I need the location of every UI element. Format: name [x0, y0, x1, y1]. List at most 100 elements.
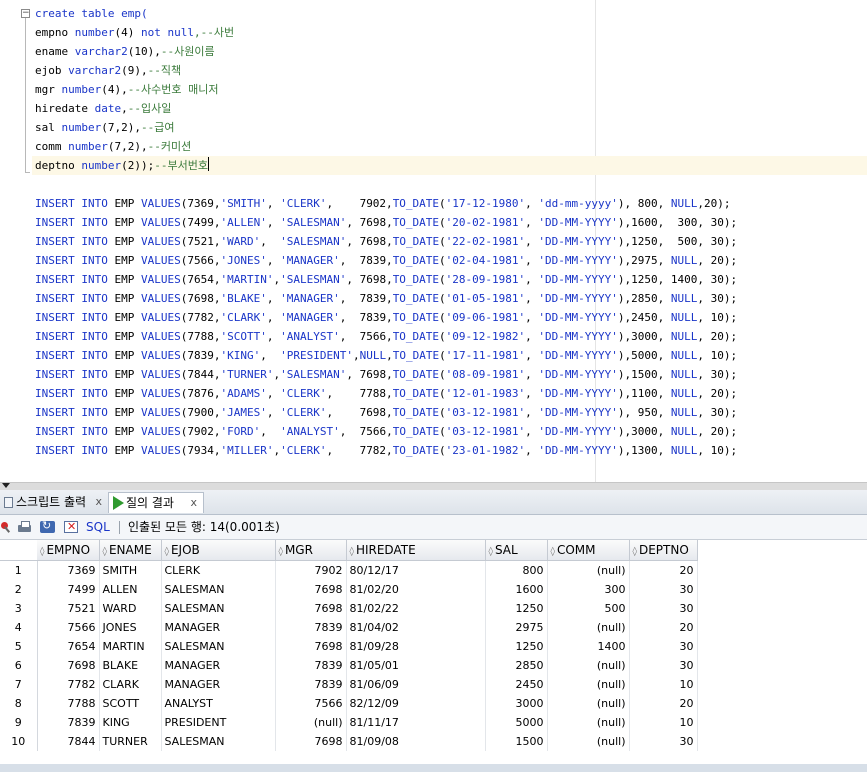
code-line[interactable]: ejob varchar2(9),--직책 — [35, 61, 181, 80]
cell-comm[interactable]: 300 — [547, 580, 630, 599]
column-header-sal[interactable]: ◊ SAL — [485, 540, 548, 561]
cell-hiredate[interactable]: 80/12/17 — [346, 560, 486, 580]
sort-icon[interactable]: ◊ — [551, 547, 555, 557]
code-line[interactable]: INSERT INTO EMP VALUES(7654,'MARTIN', 'SA… — [35, 270, 737, 289]
cell-sal[interactable]: 1250 — [485, 599, 548, 618]
cell-ename[interactable]: WARD — [99, 599, 162, 618]
cell-ejob[interactable]: MANAGER — [161, 618, 276, 637]
sort-icon[interactable]: ◊ — [633, 547, 637, 557]
table-row[interactable]: 8 7788 SCOTT ANALYST 7566 82/12/09 3000 (null) 2… — [0, 694, 698, 713]
sql-editor[interactable]: − create table emp(empno number(4) not n… — [0, 0, 867, 482]
cell-ejob[interactable]: SALESMAN — [161, 637, 276, 656]
tab-query-result[interactable]: 질의 결과 x — [108, 492, 204, 513]
cell-deptno[interactable]: 30 — [629, 656, 698, 675]
cell-ejob[interactable]: PRESIDENT — [161, 713, 276, 732]
result-grid[interactable]: ◊ EMPNO ◊ ENAME ◊ EJOB ◊ MGR ◊ HIREDATE ◊ SAL ◊ COMM ◊… — [0, 540, 867, 764]
cell-ename[interactable]: CLARK — [99, 675, 162, 694]
cell-ejob[interactable]: SALESMAN — [161, 732, 276, 751]
cell-deptno[interactable]: 30 — [629, 637, 698, 656]
cell-hiredate[interactable]: 81/02/20 — [346, 580, 486, 599]
cell-empno[interactable]: 7698 — [37, 656, 100, 675]
cell-hiredate[interactable]: 81/11/17 — [346, 713, 486, 732]
cell-row-number[interactable]: 3 — [0, 599, 38, 618]
cell-mgr[interactable]: (null) — [275, 713, 347, 732]
cell-deptno[interactable]: 20 — [629, 618, 698, 637]
pin-icon[interactable] — [0, 520, 15, 534]
table-row[interactable]: 3 7521 WARD SALESMAN 7698 81/02/22 1250 500 30 — [0, 599, 698, 618]
code-line[interactable]: create table emp( — [35, 4, 148, 23]
column-header-comm[interactable]: ◊ COMM — [547, 540, 630, 561]
print-icon[interactable] — [17, 520, 32, 534]
sort-icon[interactable]: ◊ — [40, 547, 44, 557]
cell-mgr[interactable]: 7698 — [275, 637, 347, 656]
code-line[interactable]: sal number(7,2),--급여 — [35, 118, 175, 137]
code-line[interactable]: INSERT INTO EMP VALUES(7788,'SCOTT', 'AN… — [35, 327, 737, 346]
code-line[interactable]: empno number(4) not null,--사번 — [35, 23, 234, 42]
cell-comm[interactable]: 1400 — [547, 637, 630, 656]
code-line[interactable]: INSERT INTO EMP VALUES(7698,'BLAKE', 'MA… — [35, 289, 737, 308]
cell-hiredate[interactable]: 81/06/09 — [346, 675, 486, 694]
horizontal-scrollbar[interactable] — [0, 764, 867, 772]
cell-empno[interactable]: 7782 — [37, 675, 100, 694]
cell-sal[interactable]: 800 — [485, 560, 548, 580]
code-line[interactable]: ename varchar2(10),--사원이름 — [35, 42, 215, 61]
cell-comm[interactable]: (null) — [547, 713, 630, 732]
cell-deptno[interactable]: 10 — [629, 713, 698, 732]
cell-mgr[interactable]: 7698 — [275, 580, 347, 599]
cell-ename[interactable]: TURNER — [99, 732, 162, 751]
cell-sal[interactable]: 2450 — [485, 675, 548, 694]
cell-row-number[interactable]: 6 — [0, 656, 38, 675]
cell-comm[interactable]: (null) — [547, 560, 630, 580]
code-line[interactable]: INSERT INTO EMP VALUES(7839,'KING', 'PRE… — [35, 346, 737, 365]
column-header-empno[interactable]: ◊ EMPNO — [37, 540, 100, 561]
cell-row-number[interactable]: 4 — [0, 618, 38, 637]
code-line[interactable]: INSERT INTO EMP VALUES(7876,'ADAMS', 'CL… — [35, 384, 737, 403]
code-line[interactable]: comm number(7,2),--커미션 — [35, 137, 191, 156]
table-row[interactable]: 1 7369 SMITH CLERK 7902 80/12/17 800 (null) 20 — [0, 560, 698, 580]
cell-empno[interactable]: 7844 — [37, 732, 100, 751]
cell-mgr[interactable]: 7839 — [275, 618, 347, 637]
cell-sal[interactable]: 5000 — [485, 713, 548, 732]
cell-row-number[interactable]: 8 — [0, 694, 38, 713]
cell-hiredate[interactable]: 82/12/09 — [346, 694, 486, 713]
code-line[interactable]: INSERT INTO EMP VALUES(7934,'MILLER', 'CL… — [35, 441, 737, 460]
cell-ejob[interactable]: ANALYST — [161, 694, 276, 713]
sort-icon[interactable]: ◊ — [279, 547, 283, 557]
cell-sal[interactable]: 3000 — [485, 694, 548, 713]
code-line[interactable]: INSERT INTO EMP VALUES(7369,'SMITH', 'CL… — [35, 194, 731, 213]
cell-row-number[interactable]: 10 — [0, 732, 38, 751]
sql-button[interactable]: SQL — [86, 518, 110, 536]
code-line[interactable]: INSERT INTO EMP VALUES(7782,'CLARK', 'MA… — [35, 308, 737, 327]
cell-sal[interactable]: 2850 — [485, 656, 548, 675]
cell-deptno[interactable]: 30 — [629, 599, 698, 618]
cell-row-number[interactable]: 7 — [0, 675, 38, 694]
cell-hiredate[interactable]: 81/02/22 — [346, 599, 486, 618]
cell-deptno[interactable]: 20 — [629, 560, 698, 580]
column-header-hiredate[interactable]: ◊ HIREDATE — [346, 540, 486, 561]
cell-sal[interactable]: 1600 — [485, 580, 548, 599]
cell-ejob[interactable]: MANAGER — [161, 675, 276, 694]
cell-mgr[interactable]: 7839 — [275, 675, 347, 694]
cell-row-number[interactable]: 1 — [0, 560, 38, 580]
cell-ename[interactable]: JONES — [99, 618, 162, 637]
refresh-icon[interactable] — [40, 519, 55, 534]
column-header-ename[interactable]: ◊ ENAME — [99, 540, 162, 561]
cell-empno[interactable]: 7654 — [37, 637, 100, 656]
cell-empno[interactable]: 7369 — [37, 560, 100, 580]
sort-icon[interactable]: ◊ — [350, 547, 354, 557]
column-header-mgr[interactable]: ◊ MGR — [275, 540, 347, 561]
sort-icon[interactable]: ◊ — [165, 547, 169, 557]
cell-hiredate[interactable]: 81/04/02 — [346, 618, 486, 637]
table-row[interactable]: 7 7782 CLARK MANAGER 7839 81/06/09 2450 (null) 1… — [0, 675, 698, 694]
delete-icon[interactable] — [64, 520, 79, 534]
code-line[interactable]: INSERT INTO EMP VALUES(7902,'FORD', 'ANA… — [35, 422, 737, 441]
cell-deptno[interactable]: 30 — [629, 732, 698, 751]
cell-row-number[interactable]: 2 — [0, 580, 38, 599]
cell-empno[interactable]: 7566 — [37, 618, 100, 637]
cell-empno[interactable]: 7839 — [37, 713, 100, 732]
cell-empno[interactable]: 7499 — [37, 580, 100, 599]
sort-icon[interactable]: ◊ — [103, 547, 107, 557]
fold-toggle-icon[interactable]: − — [21, 9, 30, 18]
cell-comm[interactable]: (null) — [547, 675, 630, 694]
cell-comm[interactable]: (null) — [547, 618, 630, 637]
